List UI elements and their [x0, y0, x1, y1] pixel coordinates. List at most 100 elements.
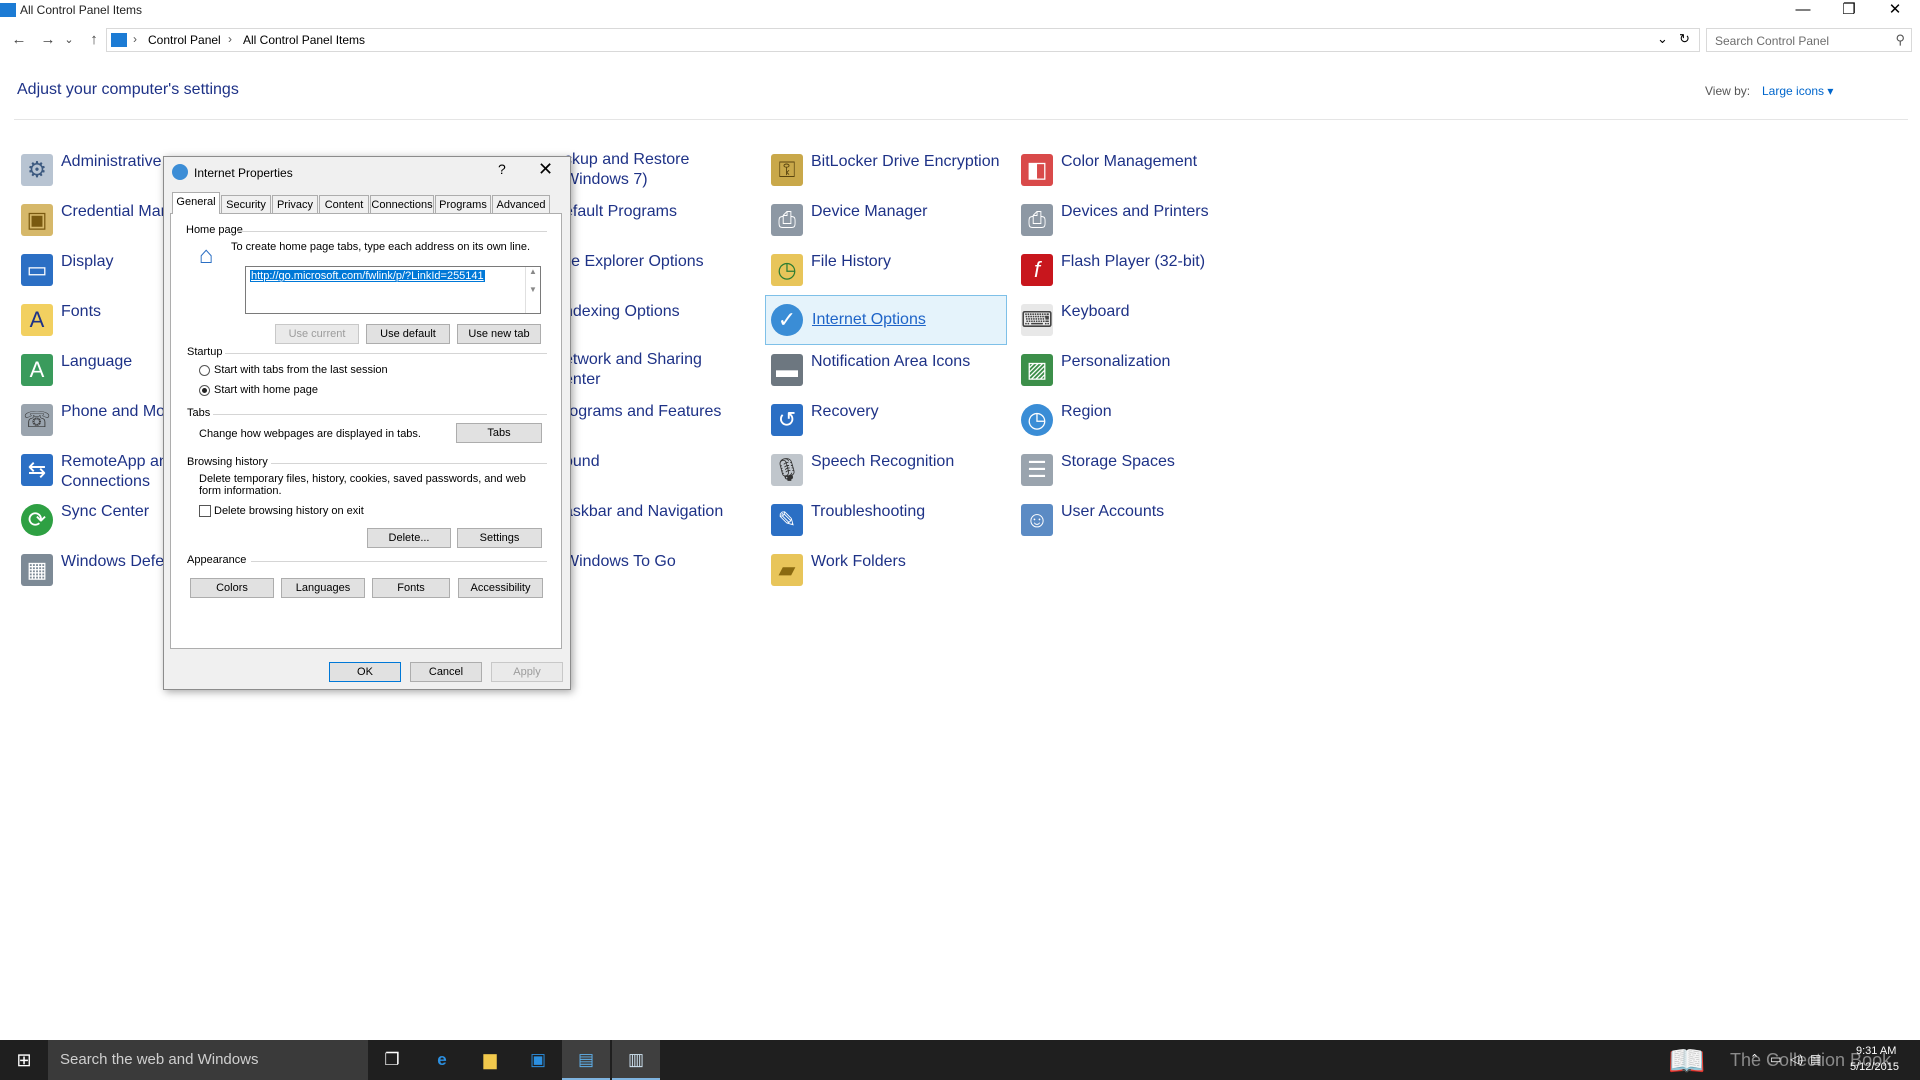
breadcrumb-separator: › — [133, 32, 137, 46]
use-default-button[interactable]: Use default — [366, 324, 450, 344]
recent-locations-button[interactable]: ⌄ — [62, 28, 76, 52]
url-scrollbar[interactable]: ▲ ▼ — [525, 267, 540, 313]
view-by-dropdown[interactable]: Large icons ▾ — [1762, 84, 1833, 98]
item-speech-recognition[interactable]: 🎙 Speech Recognition — [767, 448, 1007, 492]
internet-explorer-icon[interactable]: e — [418, 1040, 466, 1080]
home-page-hint: To create home page tabs, type each addr… — [231, 241, 531, 253]
search-icon[interactable]: ⚲ — [1895, 32, 1905, 48]
tab-connections[interactable]: Connections — [370, 195, 434, 213]
forward-button[interactable]: → — [37, 28, 59, 52]
up-button[interactable]: ↑ — [83, 28, 105, 52]
item-file-history[interactable]: ◷ File History — [767, 248, 1007, 292]
address-bar[interactable]: › Control Panel › All Control Panel Item… — [106, 28, 1700, 52]
item-fonts[interactable]: A Fonts — [17, 298, 167, 342]
item-flash-player[interactable]: f Flash Player (32-bit) — [1017, 248, 1257, 292]
item-work-folders[interactable]: ▰ Work Folders — [767, 548, 1007, 592]
item-keyboard[interactable]: ⌨ Keyboard — [1017, 298, 1257, 342]
fonts-button[interactable]: Fonts — [372, 578, 450, 598]
item-phone-and-modem[interactable]: ☏ Phone and Mo — [17, 398, 167, 442]
item-devices-and-printers[interactable]: ⎙ Devices and Printers — [1017, 198, 1277, 242]
tab-advanced[interactable]: Advanced — [492, 195, 550, 213]
item-bitlocker[interactable]: ⚿ BitLocker Drive Encryption — [767, 148, 1007, 192]
startup-last-session-label: Start with tabs from the last session — [214, 364, 388, 376]
item-administrative-tools[interactable]: ⚙ Administrative — [17, 148, 167, 192]
navigation-bar: ← → ⌄ ↑ › Control Panel › All Control Pa… — [0, 28, 1920, 54]
restore-button[interactable]: ❐ — [1826, 0, 1872, 22]
colors-button[interactable]: Colors — [190, 578, 274, 598]
item-credential-manager[interactable]: ▣ Credential Mar — [17, 198, 167, 242]
item-label: Windows To Go — [564, 553, 676, 570]
divider — [271, 463, 547, 464]
notifications-icon[interactable]: ▤ — [1810, 1052, 1821, 1066]
startup-last-session-radio[interactable] — [199, 365, 210, 376]
clock-time[interactable]: 9:31 AM — [1856, 1045, 1896, 1057]
languages-button[interactable]: Languages — [281, 578, 365, 598]
history-settings-button[interactable]: Settings — [457, 528, 542, 548]
item-user-accounts[interactable]: ☺ User Accounts — [1017, 498, 1257, 542]
delete-history-button[interactable]: Delete... — [367, 528, 451, 548]
clock-date[interactable]: 5/12/2015 — [1850, 1061, 1899, 1073]
item-label: efault Programs — [564, 203, 677, 220]
help-button[interactable]: ? — [498, 161, 506, 177]
item-label: BitLocker Drive Encryption — [811, 153, 1000, 170]
network-icon[interactable]: ▭ — [1770, 1052, 1781, 1066]
item-storage-spaces[interactable]: ☰ Storage Spaces — [1017, 448, 1257, 492]
search-input[interactable]: Search Control Panel ⚲ — [1706, 28, 1912, 52]
tray-chevron-icon[interactable]: ⌃ — [1750, 1052, 1759, 1065]
item-recovery[interactable]: ↺ Recovery — [767, 398, 1007, 442]
item-label: Credential Mar — [61, 203, 166, 220]
font-icon: A — [21, 304, 53, 336]
refresh-button[interactable]: ↻ — [1679, 31, 1690, 47]
tab-content[interactable]: Content — [319, 195, 369, 213]
internet-options-icon — [172, 164, 188, 180]
history-description-line2: form information. — [199, 485, 282, 497]
item-label: Flash Player (32-bit) — [1061, 253, 1206, 270]
taskbar-search-box[interactable]: Search the web and Windows — [48, 1040, 368, 1080]
breadcrumb-all-items[interactable]: All Control Panel Items — [243, 33, 365, 47]
item-notification-area-icons[interactable]: ▬ Notification Area Icons — [767, 348, 1007, 392]
item-personalization[interactable]: ▨ Personalization — [1017, 348, 1257, 392]
file-explorer-icon[interactable]: ▆ — [466, 1040, 514, 1080]
back-button[interactable]: ← — [8, 28, 30, 52]
item-color-management[interactable]: ◧ Color Management — [1017, 148, 1257, 192]
delete-on-exit-checkbox[interactable] — [199, 505, 211, 517]
item-remoteapp-connections[interactable]: ⇆ RemoteApp an Connections — [17, 448, 168, 498]
item-windows-defender[interactable]: ▦ Windows Defe — [17, 548, 167, 592]
store-icon[interactable]: ▣ — [514, 1040, 562, 1080]
tab-general[interactable]: General — [172, 192, 220, 214]
ok-button[interactable]: OK — [329, 662, 401, 682]
volume-icon[interactable]: ◁) — [1790, 1052, 1803, 1066]
gear-icon: ⚙ — [21, 154, 53, 186]
item-internet-options[interactable]: ✓ Internet Options — [765, 295, 1007, 345]
item-label: Devices and Printers — [1061, 203, 1209, 220]
use-current-button[interactable]: Use current — [275, 324, 359, 344]
item-sync-center[interactable]: ⟳ Sync Center — [17, 498, 167, 542]
address-dropdown-button[interactable]: ⌄ — [1657, 31, 1668, 47]
startup-home-page-radio[interactable] — [199, 385, 210, 396]
task-view-icon[interactable]: ❐ — [368, 1040, 416, 1080]
windows-start-icon[interactable]: ⊞ — [0, 1040, 48, 1080]
key-icon: ⚿ — [771, 154, 803, 186]
tab-security[interactable]: Security — [221, 195, 271, 213]
use-new-tab-button[interactable]: Use new tab — [457, 324, 541, 344]
tabs-settings-button[interactable]: Tabs — [456, 423, 542, 443]
apply-button[interactable]: Apply — [491, 662, 563, 682]
item-troubleshooting[interactable]: ✎ Troubleshooting — [767, 498, 1007, 542]
tab-programs[interactable]: Programs — [435, 195, 491, 213]
accessibility-button[interactable]: Accessibility — [458, 578, 543, 598]
breadcrumb-control-panel[interactable]: Control Panel — [148, 33, 221, 47]
history-description-line1: Delete temporary files, history, cookies… — [199, 473, 526, 485]
item-region[interactable]: ◷ Region — [1017, 398, 1257, 442]
dialog-close-button[interactable]: ✕ — [538, 159, 553, 180]
minimize-button[interactable]: — — [1780, 0, 1826, 22]
item-label: askbar and Navigation — [564, 503, 724, 520]
cancel-button[interactable]: Cancel — [410, 662, 482, 682]
home-page-url-input[interactable]: http://go.microsoft.com/fwlink/p/?LinkId… — [245, 266, 541, 314]
control-panel-taskbar-icon[interactable]: ▤ — [562, 1040, 610, 1080]
close-button[interactable]: ✕ — [1872, 0, 1918, 22]
item-language[interactable]: A Language — [17, 348, 167, 392]
internet-properties-taskbar-icon[interactable]: ▥ — [612, 1040, 660, 1080]
item-display[interactable]: ▭ Display — [17, 248, 167, 292]
item-device-manager[interactable]: ⎙ Device Manager — [767, 198, 1007, 242]
tab-privacy[interactable]: Privacy — [272, 195, 318, 213]
